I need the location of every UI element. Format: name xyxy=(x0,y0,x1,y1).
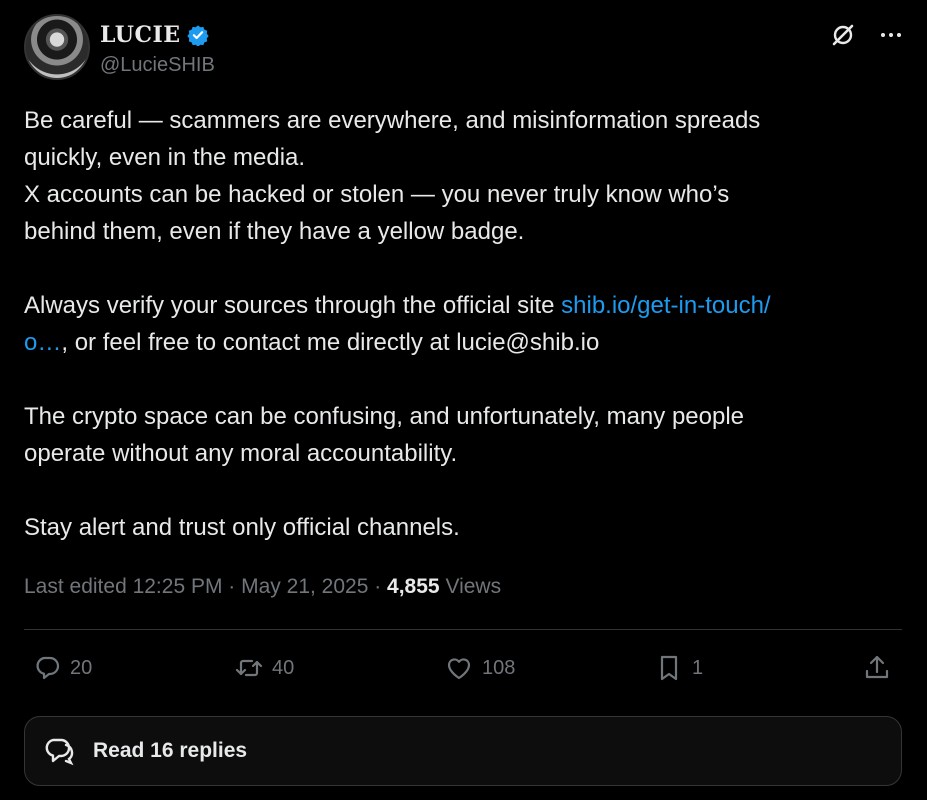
post-text-line: quickly, even in the media. xyxy=(24,144,306,171)
post-text-line: Stay alert and trust only official chann… xyxy=(24,514,460,541)
like-count: 108 xyxy=(482,656,516,679)
post-text-line: Always verify your sources through the o… xyxy=(24,287,904,324)
edited-timestamp[interactable]: Last edited 12:25 PM · May 21, 2025 · xyxy=(24,575,387,598)
author-name-row: LUCIE xyxy=(100,22,209,48)
grok-icon[interactable] xyxy=(830,22,856,48)
more-icon[interactable] xyxy=(878,22,904,48)
post-text-line: operate without any moral accountability… xyxy=(24,440,458,467)
heart-icon xyxy=(447,658,471,680)
official-site-link-continued[interactable]: o… xyxy=(24,329,61,356)
official-site-link[interactable]: shib.io/get-in-touch/ xyxy=(561,292,770,319)
repost-count: 40 xyxy=(272,656,295,679)
post-text-segment: Always verify your sources through the o… xyxy=(24,292,562,319)
reply-button[interactable]: 20 xyxy=(32,648,92,688)
bookmark-button[interactable]: 1 xyxy=(654,648,703,688)
views-count: 4,855 xyxy=(387,575,440,598)
post-header: LUCIE @LucieSHIB xyxy=(24,14,904,84)
post-text-line: X accounts can be hacked or stolen — you… xyxy=(24,181,730,208)
views-label: Views xyxy=(439,575,502,598)
bookmark-count: 1 xyxy=(692,656,704,679)
author-display-name[interactable]: LUCIE xyxy=(100,22,181,48)
post-meta: Last edited 12:25 PM · May 21, 2025 · 4,… xyxy=(24,575,501,599)
reply-count: 20 xyxy=(70,656,93,679)
post-text-line: The crypto space can be confusing, and u… xyxy=(24,403,745,430)
header-actions xyxy=(830,22,904,48)
bookmark-icon xyxy=(660,655,678,681)
share-icon xyxy=(865,655,889,679)
share-button[interactable] xyxy=(862,648,892,688)
action-bar: 20 40 108 1 xyxy=(24,648,902,688)
avatar[interactable] xyxy=(24,14,90,80)
post-text-segment: , or feel free to contact me directly at… xyxy=(61,329,600,356)
post-text-line: behind them, even if they have a yellow … xyxy=(24,218,525,245)
author-handle[interactable]: @LucieSHIB xyxy=(100,54,215,77)
verified-badge-icon xyxy=(186,25,209,46)
post-text-line: Be careful — scammers are everywhere, an… xyxy=(24,107,761,134)
repost-icon xyxy=(235,659,263,677)
read-replies-button[interactable]: Read 16 replies xyxy=(24,716,902,786)
post-text-line: o…, or feel free to contact me directly … xyxy=(24,324,904,361)
repost-button[interactable]: 40 xyxy=(234,648,294,688)
like-button[interactable]: 108 xyxy=(444,648,515,688)
conversation-icon xyxy=(45,738,74,766)
read-replies-label: Read 16 replies xyxy=(93,739,248,762)
reply-icon xyxy=(36,656,60,680)
divider xyxy=(24,629,902,630)
post-body: Be careful — scammers are everywhere, an… xyxy=(24,102,904,546)
